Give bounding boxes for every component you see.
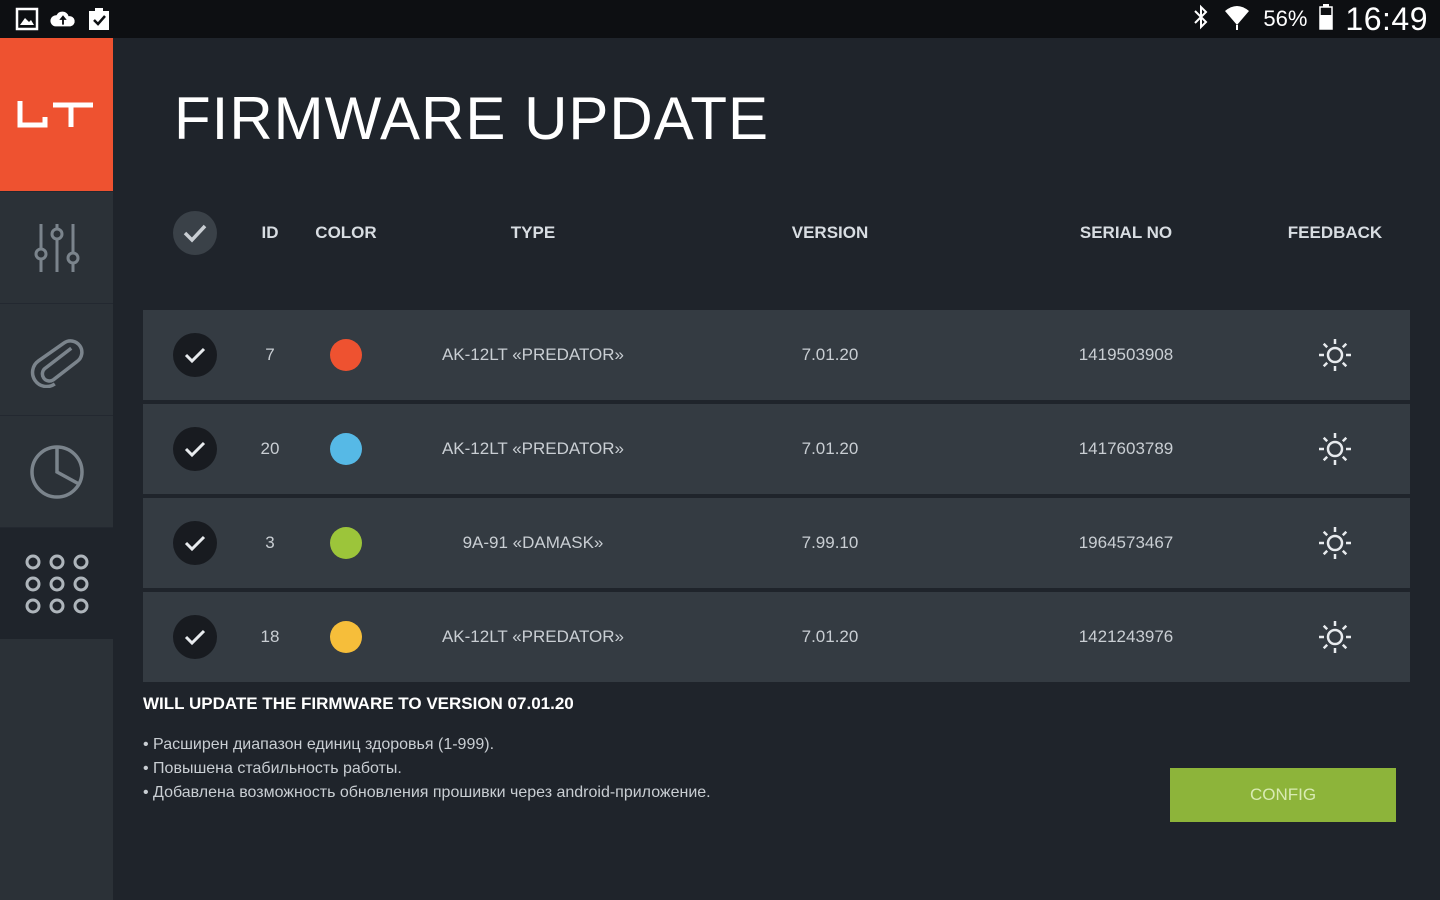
lt-logo-icon — [17, 100, 93, 127]
row-checkbox[interactable] — [173, 615, 217, 659]
row-feedback-cell — [1270, 404, 1400, 494]
paperclip-icon — [30, 338, 84, 388]
row-checkbox-cell — [165, 498, 225, 588]
row-color-cell — [306, 404, 386, 494]
row-type: 9A-91 «DAMASK» — [462, 533, 604, 552]
column-header-type[interactable]: TYPE — [393, 205, 673, 261]
sun-icon[interactable] — [1317, 431, 1353, 467]
battery-percent: 56% — [1263, 6, 1308, 31]
row-feedback-cell — [1270, 498, 1400, 588]
row-version: 7.99.10 — [801, 533, 859, 552]
wifi-icon — [1223, 3, 1251, 36]
row-id: 7 — [265, 345, 275, 364]
row-feedback-cell — [1270, 310, 1400, 400]
column-header-color[interactable]: COLOR — [306, 205, 386, 261]
row-serial: 1419503908 — [1078, 345, 1174, 364]
row-color-cell — [306, 592, 386, 682]
row-checkbox[interactable] — [173, 333, 217, 377]
check-icon — [184, 629, 206, 646]
release-note: • Добавлена возможность обновления проши… — [143, 784, 711, 801]
row-id: 3 — [265, 533, 275, 552]
sidebar-item-statistics[interactable] — [0, 415, 113, 527]
sidebar — [0, 38, 113, 900]
pie-chart-icon — [29, 444, 84, 499]
sidebar-item-devices[interactable] — [0, 527, 113, 639]
table-header: ID COLOR TYPE VERSION SERIAL NO FEEDBACK — [143, 205, 1410, 261]
device-table: 7 AK-12LT «PREDATOR» 7.01.20 1419503908 … — [143, 310, 1410, 686]
cloud-upload-icon — [50, 6, 76, 32]
app-logo[interactable] — [0, 38, 113, 191]
row-id: 20 — [260, 439, 280, 458]
row-version: 7.01.20 — [801, 439, 859, 458]
check-icon — [184, 441, 206, 458]
column-header-id[interactable]: ID — [245, 205, 295, 261]
update-title: WILL UPDATE THE FIRMWARE TO VERSION 07.0… — [143, 694, 574, 713]
table-row[interactable]: 3 9A-91 «DAMASK» 7.99.10 1964573467 — [143, 498, 1410, 588]
check-icon — [183, 224, 207, 243]
row-id: 18 — [260, 627, 280, 646]
color-dot — [330, 339, 362, 371]
sun-icon[interactable] — [1317, 525, 1353, 561]
clipboard-check-icon — [86, 6, 112, 32]
row-color-cell — [306, 310, 386, 400]
row-type: AK-12LT «PREDATOR» — [441, 345, 625, 364]
row-color-cell — [306, 498, 386, 588]
row-type: AK-12LT «PREDATOR» — [441, 627, 625, 646]
check-icon — [184, 347, 206, 364]
status-bar: 56% 16:49 — [0, 0, 1440, 38]
table-row[interactable]: 20 AK-12LT «PREDATOR» 7.01.20 1417603789 — [143, 404, 1410, 494]
sidebar-item-attachments[interactable] — [0, 303, 113, 415]
table-row[interactable]: 7 AK-12LT «PREDATOR» 7.01.20 1419503908 — [143, 310, 1410, 400]
row-serial: 1964573467 — [1078, 533, 1174, 552]
table-row[interactable]: 18 AK-12LT «PREDATOR» 7.01.20 1421243976 — [143, 592, 1410, 682]
release-notes: • Расширен диапазон единиц здоровья (1-9… — [143, 733, 711, 805]
battery-icon — [1319, 3, 1334, 35]
select-all-checkbox[interactable] — [173, 211, 217, 255]
row-checkbox-cell — [165, 310, 225, 400]
sun-icon[interactable] — [1317, 619, 1353, 655]
row-type: AK-12LT «PREDATOR» — [441, 439, 625, 458]
bluetooth-icon — [1191, 4, 1211, 35]
color-dot — [330, 433, 362, 465]
row-version: 7.01.20 — [801, 627, 859, 646]
column-header-version[interactable]: VERSION — [745, 205, 915, 261]
grid-dots-icon — [25, 554, 88, 613]
column-header-serial[interactable]: SERIAL NO — [1036, 205, 1216, 261]
page-title: FIRMWARE UPDATE — [174, 85, 769, 152]
row-checkbox-cell — [165, 404, 225, 494]
row-feedback-cell — [1270, 592, 1400, 682]
row-checkbox-cell — [165, 592, 225, 682]
row-version: 7.01.20 — [801, 345, 859, 364]
row-checkbox[interactable] — [173, 427, 217, 471]
row-serial: 1421243976 — [1078, 627, 1174, 646]
check-icon — [184, 535, 206, 552]
status-bar-notifications — [14, 6, 112, 32]
row-serial: 1417603789 — [1078, 439, 1174, 458]
sun-icon[interactable] — [1317, 337, 1353, 373]
release-note: • Расширен диапазон единиц здоровья (1-9… — [143, 736, 495, 753]
config-button[interactable]: CONFIG — [1170, 768, 1396, 822]
gallery-icon — [14, 6, 40, 32]
color-dot — [330, 621, 362, 653]
sidebar-item-settings[interactable] — [0, 191, 113, 303]
row-checkbox[interactable] — [173, 521, 217, 565]
column-header-feedback[interactable]: FEEDBACK — [1270, 205, 1400, 261]
select-all-cell — [165, 205, 225, 261]
release-note: • Повышена стабильность работы. — [143, 760, 402, 777]
status-bar-system: 56% 16:49 — [1191, 0, 1428, 38]
color-dot — [330, 527, 362, 559]
clock: 16:49 — [1345, 0, 1428, 37]
sliders-icon — [34, 223, 79, 272]
